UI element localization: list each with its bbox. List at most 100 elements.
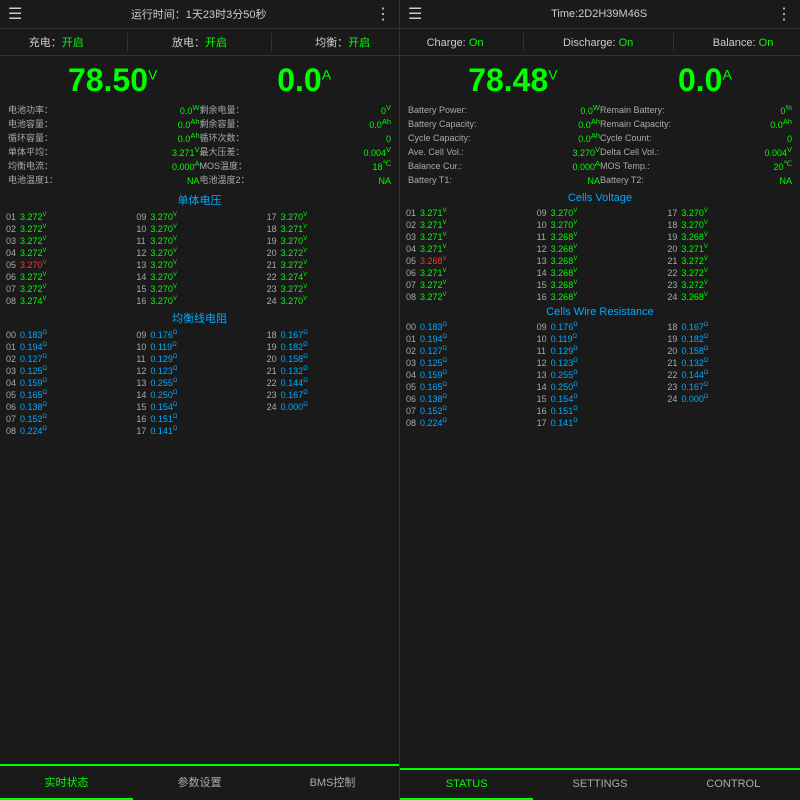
cell-item: 193.270V — [265, 235, 395, 247]
resistance-item: 030.125Ω — [4, 365, 134, 377]
resistance-item: 240.000Ω — [265, 401, 395, 413]
resistance-item: 000.183Ω — [404, 321, 535, 333]
cell-item: 173.270V — [665, 207, 796, 219]
cell-item: 243.268V — [665, 291, 796, 303]
current-value: 0.0A — [277, 62, 331, 99]
nav-item[interactable]: 实时状态 — [0, 766, 133, 800]
cell-item: 203.272V — [265, 247, 395, 259]
cell-item: 183.271V — [265, 223, 395, 235]
resistance-item: 120.123Ω — [134, 365, 264, 377]
info-row: Remain Battery: 0% — [600, 103, 792, 116]
info-row: 均衡电流：0.000A — [8, 159, 200, 172]
cells-voltage-grid: 013.271V023.271V033.271V043.271V053.268V… — [400, 207, 800, 303]
cell-item: 013.271V — [404, 207, 535, 219]
nav-item[interactable]: 参数设置 — [133, 766, 266, 800]
resistance-item: 070.152Ω — [404, 405, 535, 417]
cell-item: 043.272V — [4, 247, 134, 259]
resistance-item: 210.132Ω — [665, 357, 796, 369]
charge-status: Charge: On — [427, 33, 484, 51]
nav-item[interactable]: SETTINGS — [533, 770, 666, 800]
resistance-item: 170.141Ω — [134, 425, 264, 437]
cell-item: 033.272V — [4, 235, 134, 247]
resistance-item: 010.194Ω — [404, 333, 535, 345]
cell-item: 103.270V — [535, 219, 666, 231]
resistance-grid: 000.183Ω010.194Ω020.127Ω030.125Ω040.159Ω… — [0, 329, 399, 437]
cell-item: 223.274V — [265, 271, 395, 283]
info-row: Battery T2: NA — [600, 173, 792, 186]
info-row: 单体平均：3.271V — [8, 145, 200, 158]
cell-item: 213.272V — [665, 255, 796, 267]
resistance-item: 190.182Ω — [265, 341, 395, 353]
resistance-item: 240.000Ω — [665, 393, 796, 405]
resistance-item: 110.129Ω — [535, 345, 666, 357]
cell-item: 123.270V — [134, 247, 264, 259]
info-row: 循环次数：0 — [200, 131, 392, 144]
info-row: 电池温度1：NA — [8, 173, 200, 186]
resistance-item: 130.255Ω — [134, 377, 264, 389]
cell-item: 203.271V — [665, 243, 796, 255]
cell-item: 053.270V — [4, 259, 134, 271]
cell-item: 023.272V — [4, 223, 134, 235]
resistance-item: 090.176Ω — [134, 329, 264, 341]
resistance-item: 200.158Ω — [665, 345, 796, 357]
cell-item: 163.268V — [535, 291, 666, 303]
info-row: 电池容量：0.0Ah — [8, 117, 200, 130]
cell-item: 153.270V — [134, 283, 264, 295]
resistance-item: 140.250Ω — [535, 381, 666, 393]
left-panel: ☰ 运行时间：1天23时3分50秒 ⋮ 充电：开启 放电：开启 均衡：开启 78… — [0, 0, 400, 800]
status-bar: Charge: On Discharge: On Balance: On — [400, 29, 800, 56]
resistance-item: 050.165Ω — [404, 381, 535, 393]
cell-item: 193.268V — [665, 231, 796, 243]
big-values: 78.48V 0.0A — [400, 56, 800, 101]
nav-item[interactable]: STATUS — [400, 770, 533, 800]
nav-item[interactable]: BMS控制 — [266, 766, 399, 800]
resistance-item: 100.119Ω — [134, 341, 264, 353]
resistance-item: 170.141Ω — [535, 417, 666, 429]
nav-item[interactable]: CONTROL — [667, 770, 800, 800]
info-row: 电池功率：0.0W — [8, 103, 200, 116]
cell-item: 073.272V — [4, 283, 134, 295]
info-row: 最大压差：0.004V — [200, 145, 392, 158]
cell-item: 123.268V — [535, 243, 666, 255]
resistance-item: 080.224Ω — [4, 425, 134, 437]
hamburger-icon[interactable]: ☰ — [8, 4, 22, 24]
big-values: 78.50V 0.0A — [0, 56, 399, 101]
cells-voltage-title: 单体电压 — [0, 189, 399, 211]
info-row: Delta Cell Vol.: 0.004V — [600, 145, 792, 158]
cell-item: 053.268V — [404, 255, 535, 267]
resistance-item: 230.167Ω — [265, 389, 395, 401]
cell-item: 153.268V — [535, 279, 666, 291]
cells-voltage-grid: 013.272V023.272V033.272V043.272V053.270V… — [0, 211, 399, 307]
current-value: 0.0A — [678, 62, 732, 99]
cell-item: 113.268V — [535, 231, 666, 243]
hamburger-icon[interactable]: ☰ — [408, 4, 422, 24]
resistance-item: 230.167Ω — [665, 381, 796, 393]
cell-item: 063.272V — [4, 271, 134, 283]
resistance-item: 060.138Ω — [4, 401, 134, 413]
voltage-value: 78.48V — [468, 62, 557, 99]
resistance-item: 160.151Ω — [134, 413, 264, 425]
resistance-item: 120.123Ω — [535, 357, 666, 369]
resistance-item: 180.167Ω — [265, 329, 395, 341]
bottom-nav: 实时状态参数设置BMS控制 — [0, 764, 399, 800]
info-row: 循环容量：0.0Ah — [8, 131, 200, 144]
resistance-item: 220.144Ω — [265, 377, 395, 389]
cell-item: 073.272V — [404, 279, 535, 291]
discharge-status: Discharge: On — [563, 33, 633, 51]
bottom-nav: STATUSSETTINGSCONTROL — [400, 768, 800, 800]
resistance-item: 020.127Ω — [4, 353, 134, 365]
resistance-title: 均衡线电阻 — [0, 307, 399, 329]
cell-item: 083.274V — [4, 295, 134, 307]
cell-item: 143.268V — [535, 267, 666, 279]
cell-item: 113.270V — [134, 235, 264, 247]
resistance-item: 060.138Ω — [404, 393, 535, 405]
info-row: 剩余电量：0V — [200, 103, 392, 116]
balance-status: Balance: On — [713, 33, 774, 51]
resistance-item: 160.151Ω — [535, 405, 666, 417]
more-icon[interactable]: ⋮ — [776, 4, 792, 24]
resistance-item: 080.224Ω — [404, 417, 535, 429]
more-icon[interactable]: ⋮ — [375, 4, 391, 24]
info-row: Remain Capacity: 0.0Ah — [600, 117, 792, 130]
cell-item: 143.270V — [134, 271, 264, 283]
info-row: MOS Temp.: 20℃ — [600, 159, 792, 172]
